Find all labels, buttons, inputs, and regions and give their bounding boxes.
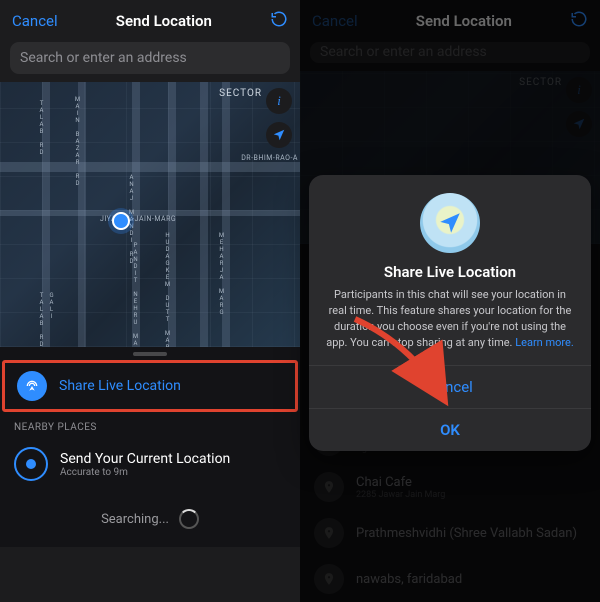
nearby-places-header: NEARBY PLACES bbox=[0, 414, 300, 437]
searching-label: Searching... bbox=[101, 512, 169, 527]
sheet-grabber[interactable] bbox=[133, 352, 167, 356]
share-live-location-row[interactable]: Share Live Location bbox=[2, 360, 298, 412]
street-label: PANDIT NEHRU MARG bbox=[132, 242, 139, 347]
share-live-location-label: Share Live Location bbox=[59, 378, 181, 394]
search-input[interactable]: Search or enter an address bbox=[10, 42, 290, 74]
info-icon[interactable]: i bbox=[266, 88, 292, 114]
street-label: MAIN BAZAR RD bbox=[74, 96, 81, 187]
street-label: TALAB RD bbox=[38, 292, 45, 347]
street-label: TALAB RD bbox=[38, 100, 45, 156]
spinner-icon bbox=[179, 509, 199, 529]
dialog-title: Share Live Location bbox=[325, 263, 575, 281]
map[interactable]: SECTOR DR-BHIM-RAO-A JIYA-LAL-JAIN-MARG … bbox=[0, 82, 300, 347]
right-screenshot: Cancel Send Location Search or enter an … bbox=[300, 0, 600, 602]
current-location-icon bbox=[14, 447, 48, 481]
broadcast-icon bbox=[17, 371, 47, 401]
live-location-icon bbox=[420, 193, 480, 253]
header: Cancel Send Location bbox=[0, 0, 300, 38]
street-label: MEHARJA MARG bbox=[218, 232, 225, 316]
searching-row: Searching... bbox=[0, 491, 300, 547]
bottom-sheet: Share Live Location NEARBY PLACES Send Y… bbox=[0, 347, 300, 547]
search-placeholder: Search or enter an address bbox=[20, 50, 187, 66]
dialog-body: Participants in this chat will see your … bbox=[325, 287, 575, 351]
learn-more-link[interactable]: Learn more. bbox=[515, 336, 574, 349]
page-title: Send Location bbox=[116, 12, 212, 30]
send-current-location-label: Send Your Current Location bbox=[60, 451, 230, 467]
refresh-icon[interactable] bbox=[270, 10, 288, 32]
send-current-location-row[interactable]: Send Your Current Location Accurate to 9… bbox=[0, 437, 300, 491]
user-location-dot bbox=[112, 212, 130, 230]
street-label: GALI bbox=[48, 292, 55, 320]
location-arrow-icon[interactable] bbox=[266, 122, 292, 148]
cancel-button[interactable]: Cancel bbox=[12, 12, 58, 30]
dialog-cancel-button[interactable]: Cancel bbox=[309, 366, 591, 408]
street-label: HUDAGKEM DUTT MARG bbox=[164, 232, 171, 347]
dialog-ok-button[interactable]: OK bbox=[309, 408, 591, 451]
map-sector-label: SECTOR bbox=[219, 88, 262, 99]
street-label: DR-BHIM-RAO-A bbox=[241, 154, 298, 162]
share-live-location-dialog: Share Live Location Participants in this… bbox=[309, 175, 591, 451]
accuracy-label: Accurate to 9m bbox=[60, 467, 230, 478]
left-screenshot: Cancel Send Location Search or enter an … bbox=[0, 0, 300, 602]
